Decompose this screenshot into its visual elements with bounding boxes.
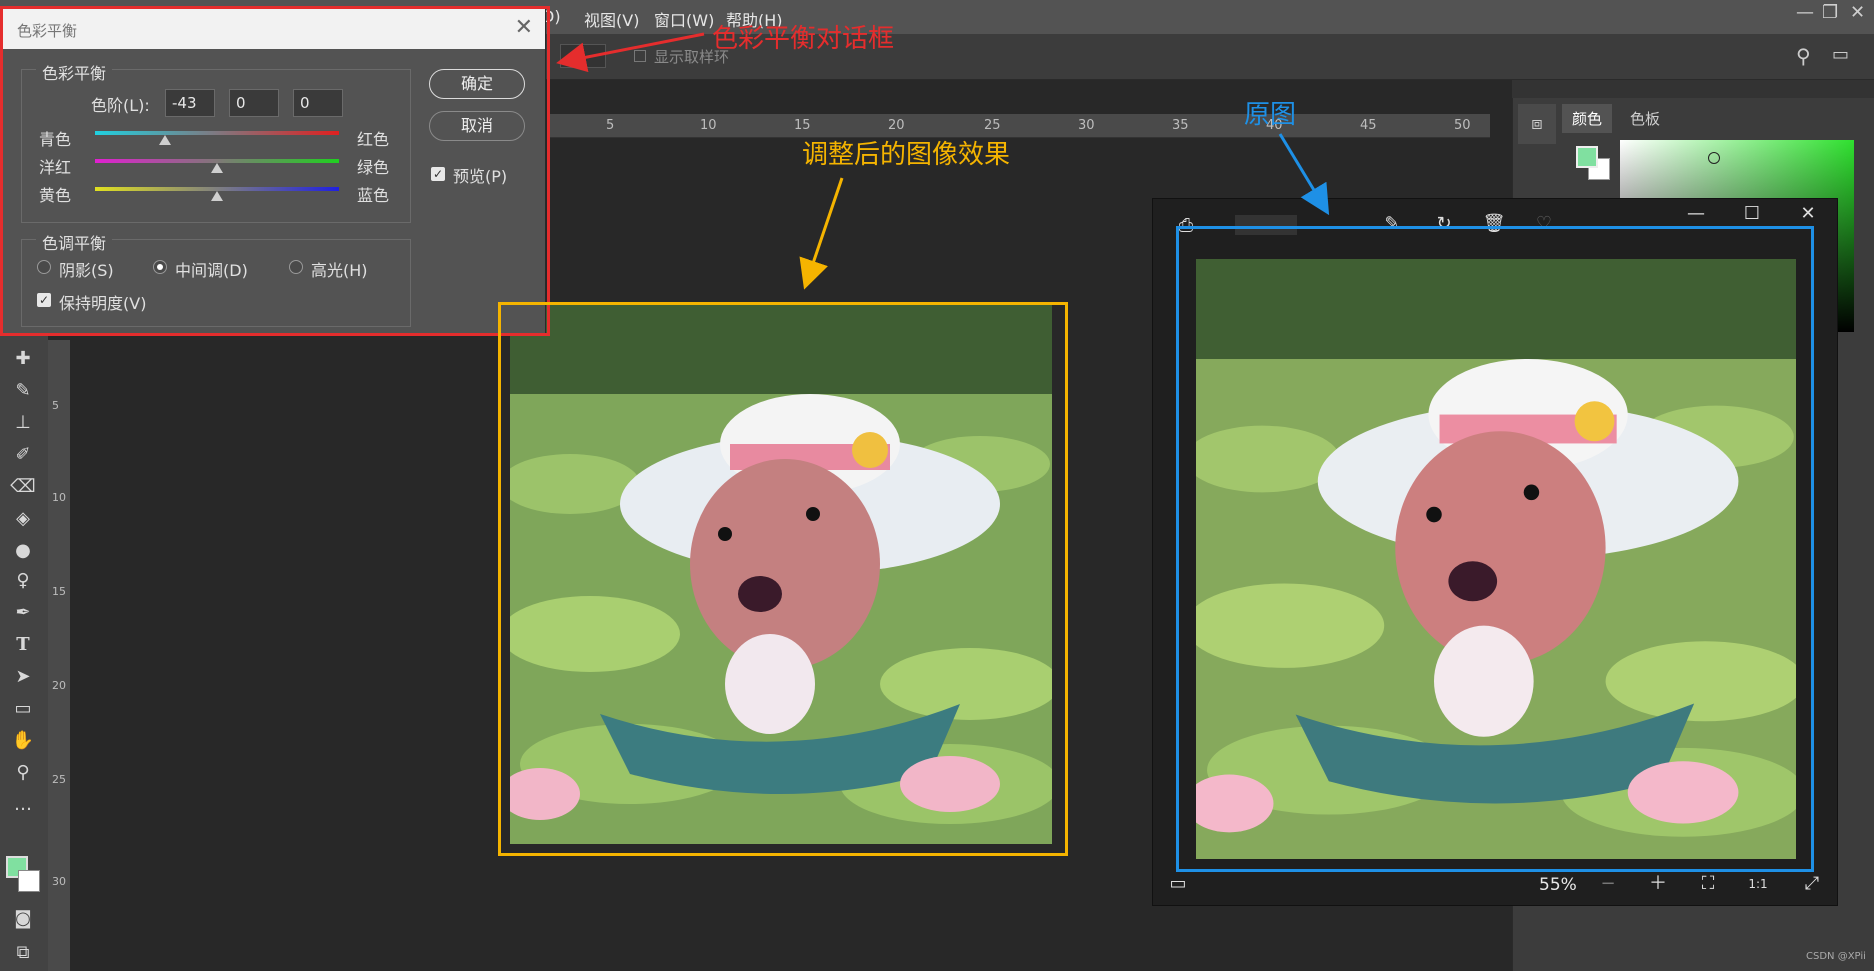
annotation-arrows	[556, 32, 1330, 290]
screen: D) 视图(V) 窗口(W) 帮助(H) — ❐ ✕ 显示取样环 ⚲ ▭ 5 1…	[0, 0, 1874, 971]
annotation-arrow-blue	[1278, 133, 1330, 216]
watermark: CSDN @XPii	[1806, 951, 1866, 962]
annotation-arrow-red	[556, 32, 705, 73]
annotation-arrow-yellow	[799, 177, 844, 290]
